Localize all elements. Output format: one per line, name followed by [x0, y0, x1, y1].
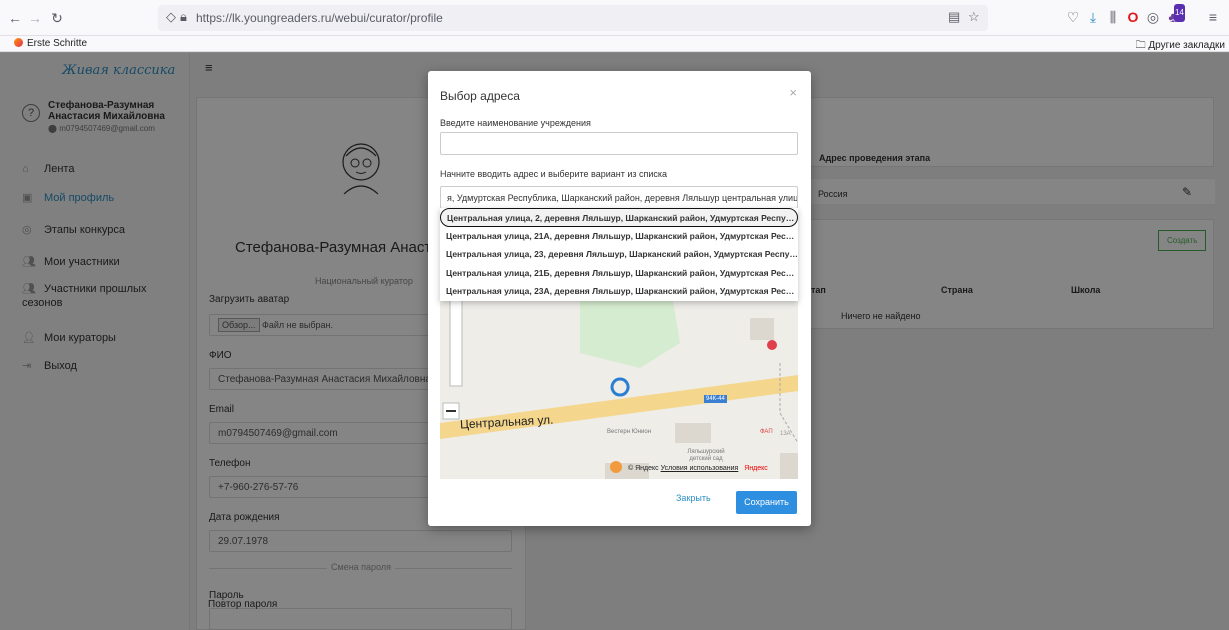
addon-icon[interactable]: ♣ 14	[1164, 4, 1185, 26]
bookmark-star-icon[interactable]: ☆	[968, 9, 980, 25]
address-input[interactable]: я, Удмуртская Республика, Шарканский рай…	[440, 186, 798, 209]
save-button[interactable]: Сохранить	[736, 491, 797, 514]
map-poi-fap[interactable]: ФАП	[760, 429, 773, 435]
reload-icon[interactable]: ↻	[48, 9, 66, 27]
url-bar[interactable]: ◇ 🔒︎ https://lk.youngreaders.ru/webui/cu…	[158, 5, 988, 31]
map-copyright: © Яндекс Условия использования Яндекс	[628, 465, 768, 472]
map-road-label: 94К-44	[704, 395, 727, 403]
close-icon[interactable]: ×	[789, 85, 797, 100]
url-text[interactable]: https://lk.youngreaders.ru/webui/curator…	[196, 11, 443, 25]
folder-icon: 🗀︎	[1135, 40, 1149, 51]
lock-icon[interactable]: 🔒︎	[180, 9, 187, 25]
institution-input[interactable]	[440, 132, 798, 155]
menu-icon[interactable]: ≡	[1204, 8, 1222, 26]
yandex-logo[interactable]: Яндекс	[744, 465, 768, 472]
reader-view-icon[interactable]: ▤	[948, 9, 960, 25]
map-terms-link[interactable]: Условия использования	[661, 465, 739, 472]
browser-toolbar: ← → ↻ ◇ 🔒︎ https://lk.youngreaders.ru/we…	[0, 0, 1229, 36]
pocket-icon[interactable]: ♡	[1064, 8, 1082, 26]
institution-label: Введите наименование учреждения	[440, 118, 591, 128]
address-suggestions: Центральная улица, 2, деревня Ляльшур, Ш…	[440, 208, 798, 301]
shield-icon[interactable]: ◇	[166, 9, 176, 25]
suggestion-item[interactable]: Центральная улица, 23А, деревня Ляльшур,…	[440, 282, 798, 301]
bookmark-first-steps[interactable]: Erste Schritte	[14, 38, 87, 49]
forward-icon[interactable]: →	[26, 9, 44, 27]
extension-icon[interactable]: ◎	[1144, 8, 1162, 26]
address-label: Начните вводить адрес и выберите вариант…	[440, 169, 668, 179]
opera-icon[interactable]: O	[1124, 8, 1142, 26]
addon-badge: 14	[1174, 4, 1185, 22]
map-poi-kindergarten[interactable]: Ляльшурский детский сад	[676, 449, 736, 463]
address-modal: Выбор адреса × Введите наименование учре…	[428, 71, 811, 526]
back-icon[interactable]: ←	[6, 9, 24, 27]
firefox-icon	[14, 38, 23, 47]
suggestion-item[interactable]: Центральная улица, 23, деревня Ляльшур, …	[440, 245, 798, 264]
close-button[interactable]: Закрыть	[676, 493, 711, 503]
map-canvas[interactable]	[440, 283, 798, 479]
suggestion-item[interactable]: Центральная улица, 21Б, деревня Ляльшур,…	[440, 264, 798, 283]
library-icon[interactable]: ⫼	[1104, 8, 1122, 26]
map-poi-western-union[interactable]: Вестерн Юнион	[607, 429, 651, 435]
download-icon[interactable]: ⤓	[1084, 8, 1102, 26]
modal-title: Выбор адреса	[440, 89, 520, 103]
suggestion-item[interactable]: Центральная улица, 21А, деревня Ляльшур,…	[440, 227, 798, 246]
bookmarks-bar: Erste Schritte 🗀︎ Другие закладки	[0, 36, 1229, 52]
map-house-number: 13А	[780, 431, 791, 437]
suggestion-item[interactable]: Центральная улица, 2, деревня Ляльшур, Ш…	[440, 208, 798, 227]
map[interactable]: Вестерн Юнион ФАП 94К-44 Центральная ул.…	[440, 283, 798, 479]
